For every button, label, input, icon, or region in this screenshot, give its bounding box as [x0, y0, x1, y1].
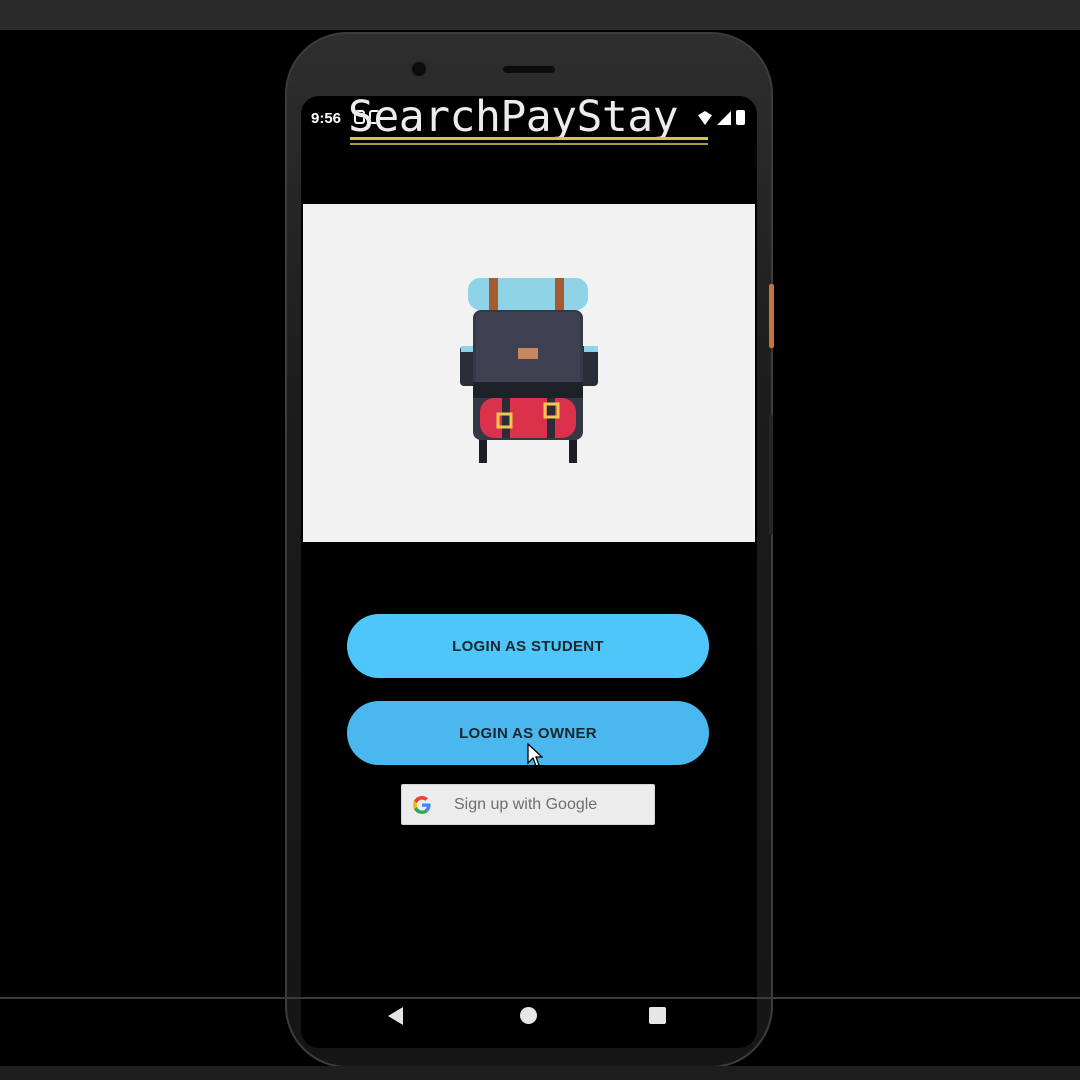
google-signup-button[interactable]: Sign up with Google: [401, 784, 655, 825]
google-icon: [402, 784, 442, 825]
earpiece-speaker: [503, 66, 555, 73]
bottom-divider: [0, 997, 1080, 999]
status-time: 9:56: [311, 110, 342, 127]
signal-icon: [717, 111, 731, 125]
system-icons: [698, 110, 745, 125]
wifi-icon: [698, 111, 712, 125]
bottom-strip: [0, 1066, 1080, 1080]
back-icon[interactable]: [388, 1007, 403, 1025]
app-title: SearchPayStay: [348, 92, 679, 142]
volume-button: [769, 415, 773, 535]
mouse-cursor-icon: [527, 742, 544, 774]
screen-recording-stage: 9:56 SearchPayStay LOGIN AS STUDENT LOGI…: [0, 0, 1080, 1080]
title-underline-secondary: [350, 143, 708, 145]
title-underline: [350, 137, 708, 140]
hero-image: [303, 204, 755, 542]
recents-icon[interactable]: [649, 1007, 666, 1024]
home-icon[interactable]: [520, 1007, 537, 1024]
backpack-icon: [460, 278, 598, 463]
front-camera: [410, 60, 428, 78]
login-as-student-button[interactable]: LOGIN AS STUDENT: [347, 614, 709, 678]
battery-icon: [736, 110, 745, 125]
google-signup-label: Sign up with Google: [454, 795, 598, 813]
power-button: [769, 284, 774, 348]
top-strip: [0, 0, 1080, 30]
